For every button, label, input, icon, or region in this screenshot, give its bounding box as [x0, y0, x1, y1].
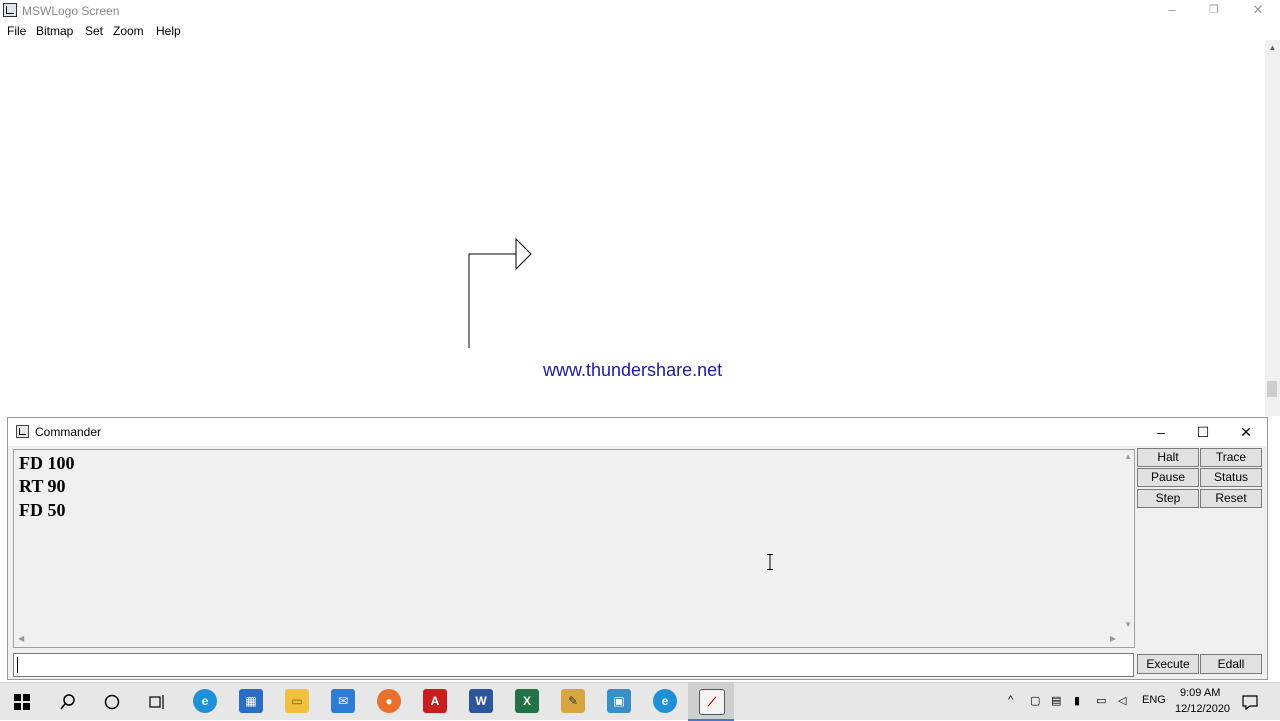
edall-button[interactable]: Edall — [1200, 654, 1262, 674]
commander-title: Commander — [35, 425, 102, 439]
history-line: FD 50 — [19, 500, 66, 520]
status-button[interactable]: Status — [1200, 468, 1262, 487]
trace-button[interactable]: Trace — [1200, 448, 1262, 467]
mswlogo-icon[interactable]: ⟋ — [699, 689, 725, 715]
menu-file[interactable]: File — [7, 24, 26, 38]
tray-app-icon[interactable]: ▢ — [1030, 694, 1040, 707]
menu-zoom[interactable]: Zoom — [113, 24, 144, 38]
file-explorer-icon[interactable]: ▭ — [285, 689, 309, 713]
command-history[interactable]: FD 100 RT 90 FD 50 ▲ ▼ ◀ ▶ — [13, 449, 1135, 648]
menu-set[interactable]: Set — [85, 24, 103, 38]
mswlogo-app-icon — [3, 3, 17, 17]
commander-icon — [16, 425, 29, 438]
menu-bar: File Bitmap Set Zoom Help — [0, 22, 1280, 40]
edge-icon[interactable]: e — [193, 689, 217, 713]
clock-date[interactable]: 12/12/2020 — [1175, 703, 1230, 715]
ie-icon[interactable]: e — [653, 689, 677, 713]
taskbar: e ▦ ▭ ✉ ● A W X ✎ ▣ e ⟋ ^ ▢ ▤ ▮ ▭ ◁ ENG … — [0, 682, 1280, 721]
close-button[interactable]: ✕ — [1236, 0, 1280, 22]
turtle-icon — [515, 237, 532, 271]
drawing-canvas[interactable]: www.thundershare.net — [0, 40, 1265, 416]
volume-icon[interactable]: ◁ — [1118, 694, 1126, 707]
task-view-icon[interactable] — [149, 694, 165, 710]
halt-button[interactable]: Halt — [1137, 448, 1199, 467]
history-scroll-up-icon[interactable]: ▲ — [1124, 452, 1132, 461]
commander-titlebar: Commander – ☐ ✕ — [8, 418, 1267, 446]
pen-app-icon[interactable]: ✎ — [561, 689, 585, 713]
history-line: RT 90 — [19, 476, 66, 496]
text-cursor-icon — [767, 554, 773, 570]
command-input[interactable] — [13, 653, 1134, 677]
step-button[interactable]: Step — [1137, 489, 1199, 508]
execute-button[interactable]: Execute — [1137, 654, 1199, 674]
canvas-vertical-scrollbar[interactable]: ▲ — [1265, 40, 1280, 416]
commander-window: Commander – ☐ ✕ FD 100 RT 90 FD 50 ▲ ▼ ◀… — [7, 417, 1268, 680]
scroll-up-icon[interactable]: ▲ — [1265, 43, 1280, 52]
scroll-thumb[interactable] — [1267, 381, 1277, 397]
microphone-icon[interactable]: ▮ — [1074, 694, 1080, 707]
notifications-icon[interactable] — [1242, 694, 1258, 710]
menu-bitmap[interactable]: Bitmap — [36, 24, 73, 38]
photos-icon[interactable]: ▣ — [607, 689, 631, 713]
show-hidden-icons-icon[interactable]: ^ — [1008, 694, 1013, 706]
history-horizontal-scrollbar[interactable]: ◀ ▶ — [14, 633, 1134, 647]
window-title: MSWLogo Screen — [22, 4, 120, 18]
pause-button[interactable]: Pause — [1137, 468, 1199, 487]
word-icon[interactable]: W — [469, 689, 493, 713]
language-indicator[interactable]: ENG — [1142, 694, 1166, 706]
search-icon[interactable] — [60, 694, 76, 710]
history-scroll-right-icon[interactable]: ▶ — [1110, 634, 1116, 643]
tray-security-icon[interactable]: ▤ — [1051, 694, 1061, 707]
network-icon[interactable]: ▭ — [1096, 694, 1106, 707]
commander-minimize-button[interactable]: – — [1140, 418, 1182, 446]
cortana-icon[interactable] — [104, 694, 120, 710]
minimize-button[interactable]: – — [1150, 0, 1194, 22]
commander-maximize-button[interactable]: ☐ — [1182, 418, 1224, 446]
firefox-icon[interactable]: ● — [377, 689, 401, 713]
mail-icon[interactable]: ✉ — [331, 689, 355, 713]
menu-help[interactable]: Help — [156, 24, 181, 38]
watermark-text: www.thundershare.net — [543, 360, 723, 380]
start-icon[interactable] — [14, 694, 30, 710]
acrobat-icon[interactable]: A — [423, 689, 447, 713]
main-titlebar: MSWLogo Screen – ❐ ✕ — [0, 0, 1280, 22]
turtle-path — [468, 253, 517, 348]
history-line: FD 100 — [19, 453, 75, 473]
excel-icon[interactable]: X — [515, 689, 539, 713]
commander-close-button[interactable]: ✕ — [1225, 418, 1267, 446]
reset-button[interactable]: Reset — [1200, 489, 1262, 508]
history-scroll-down-icon[interactable]: ▼ — [1124, 620, 1132, 629]
clock-time[interactable]: 9:09 AM — [1180, 687, 1220, 699]
store-icon[interactable]: ▦ — [239, 689, 263, 713]
restore-button[interactable]: ❐ — [1192, 0, 1236, 22]
history-scroll-left-icon[interactable]: ◀ — [18, 634, 24, 643]
